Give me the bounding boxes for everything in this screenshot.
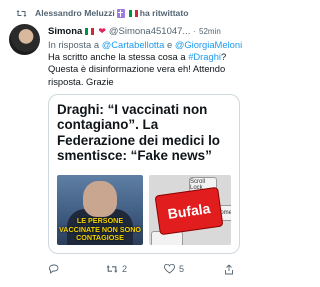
photo-caption: LE PERSONE VACCINATE NON SONO CONTAGIOSE xyxy=(59,216,141,243)
reply-prefix: In risposta a xyxy=(48,39,100,50)
reply-user-link[interactable]: @GiorgiaMeloni xyxy=(175,39,242,50)
tweet-header: Simona ❤ @Simona451047... · 52min xyxy=(48,25,244,38)
reply-context: In risposta a @Cartabellotta e @GiorgiaM… xyxy=(48,39,246,50)
tweet-text-part: Ha scritto anche la stessa cosa a xyxy=(48,51,186,62)
retweet-icon xyxy=(106,265,118,273)
link-card[interactable]: Draghi: “I vaccinati non contagiano”. La… xyxy=(48,94,240,254)
draghi-photo: LE PERSONE VACCINATE NON SONO CONTAGIOSE xyxy=(57,175,143,245)
hashtag-link[interactable]: #Draghi xyxy=(188,51,221,62)
bufala-key: Bufala xyxy=(154,186,224,236)
retweet-context: Alessandro Meluzzi ha ritwittato xyxy=(8,6,246,20)
reply-icon xyxy=(48,264,59,274)
reply-and: e xyxy=(166,39,173,50)
action-bar: 2 5 xyxy=(48,262,242,276)
reply-user-link[interactable]: @Cartabellotta xyxy=(102,39,165,50)
retweet-suffix: ha ritwittato xyxy=(139,8,189,18)
author-handle[interactable]: @Simona451047... xyxy=(109,26,190,37)
face-shape xyxy=(83,181,117,217)
share-icon xyxy=(225,264,233,274)
card-title: Draghi: “I vaccinati non contagiano”. La… xyxy=(57,102,220,164)
separator-dot: · xyxy=(193,27,197,36)
reply-button[interactable] xyxy=(48,264,106,274)
retweet-button[interactable]: 2 xyxy=(106,264,164,274)
like-button[interactable]: 5 xyxy=(164,264,224,274)
retweet-count: 2 xyxy=(122,264,128,274)
retweeter-name[interactable]: Alessandro Meluzzi xyxy=(35,8,115,18)
heart-icon: ❤ xyxy=(98,26,106,36)
cross-emoji-icon xyxy=(116,8,125,18)
tweet-time[interactable]: 52min xyxy=(199,27,221,36)
keyboard-photo: Scroll Lock Home Bufala xyxy=(149,175,231,245)
like-count: 5 xyxy=(179,264,185,274)
tweet-text: Ha scritto anche la stessa cosa a #Dragh… xyxy=(48,51,244,88)
heart-icon xyxy=(164,264,175,274)
author-name[interactable]: Simona xyxy=(48,26,82,37)
avatar[interactable] xyxy=(9,24,40,55)
italy-flag-icon xyxy=(85,28,95,35)
italy-flag-icon xyxy=(128,9,138,17)
share-button[interactable] xyxy=(224,264,238,275)
retweet-icon xyxy=(16,9,30,18)
